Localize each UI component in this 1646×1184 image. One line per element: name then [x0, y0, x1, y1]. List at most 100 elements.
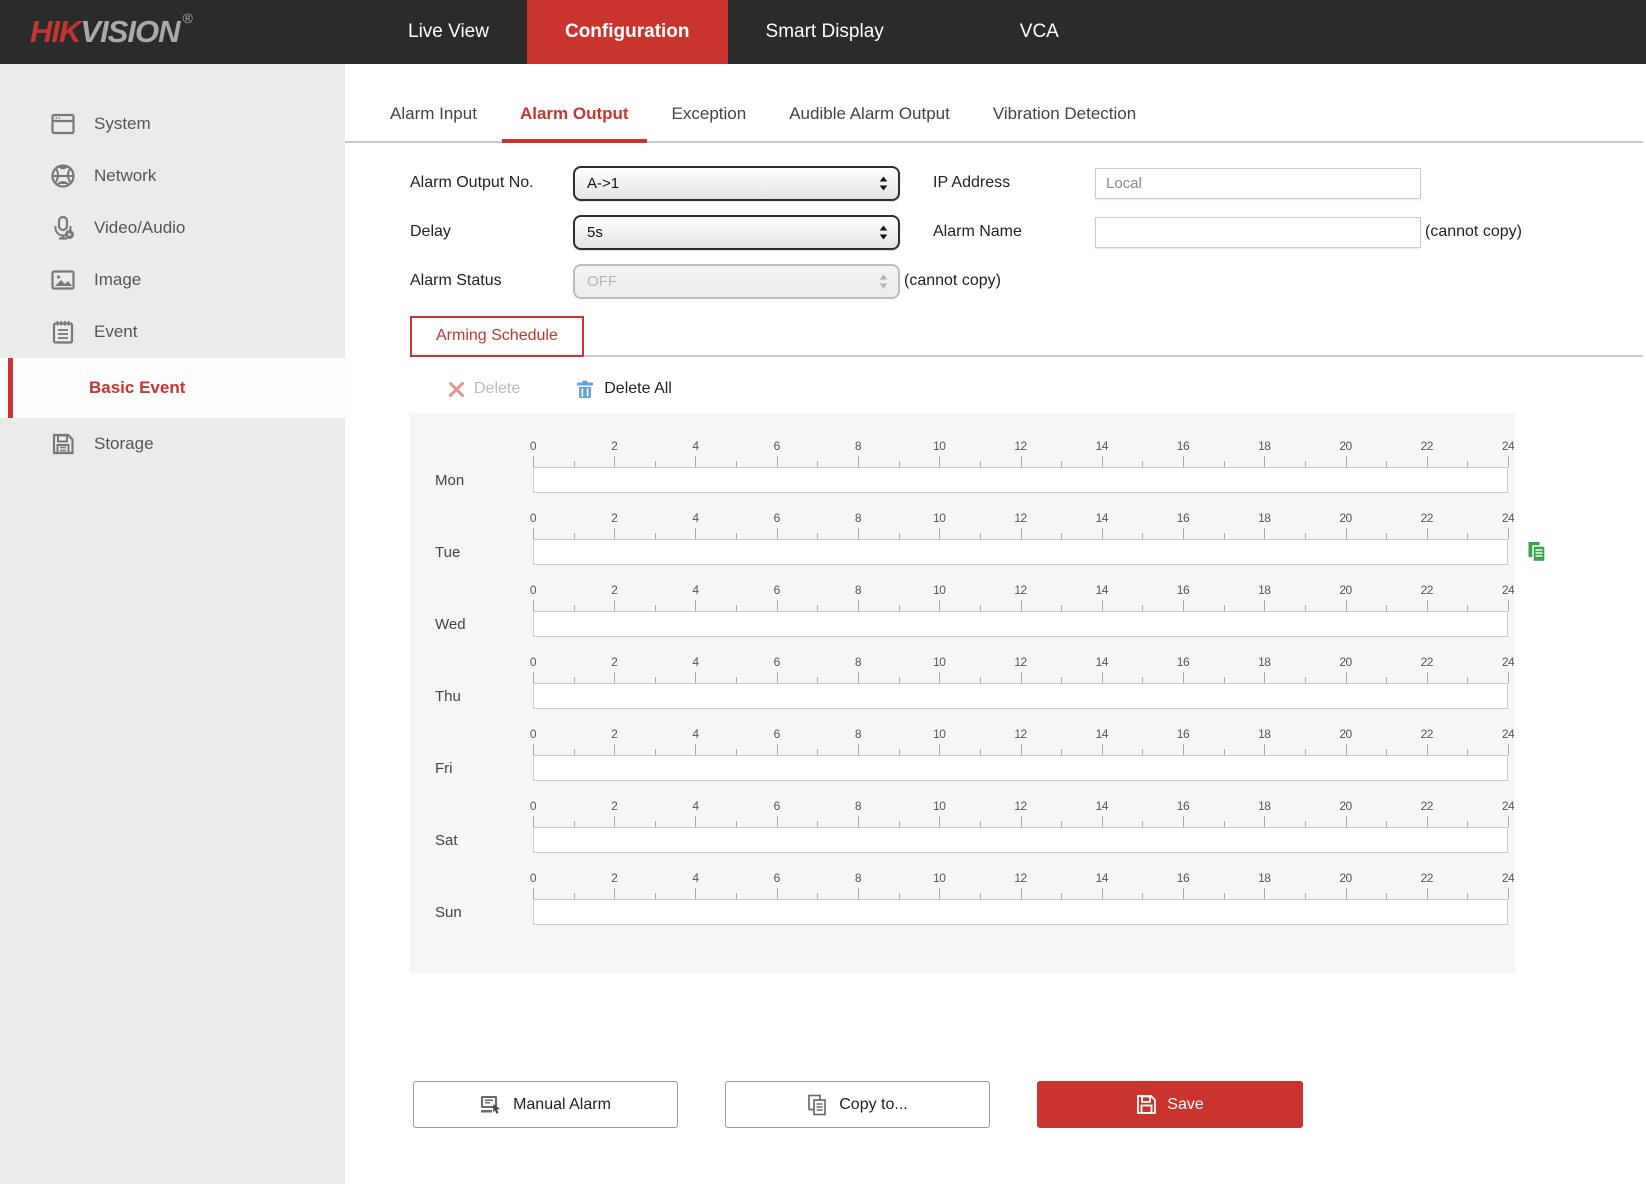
- schedule-bar[interactable]: [533, 611, 1508, 637]
- hour-ticks: [533, 527, 1508, 539]
- delay-select[interactable]: 5s: [573, 215, 900, 250]
- schedule-bar[interactable]: [533, 539, 1508, 565]
- schedule-bar[interactable]: [533, 683, 1508, 709]
- sidebar-item-storage[interactable]: Storage: [0, 418, 345, 470]
- delete-label: Delete: [474, 380, 520, 398]
- hour-tick: [1508, 456, 1509, 467]
- hour-tick: [1264, 528, 1265, 539]
- hour-tick: [574, 533, 575, 539]
- hour-tick: [736, 677, 737, 683]
- sidebar-item-basic-event[interactable]: Basic Event: [0, 358, 345, 418]
- schedule-bar[interactable]: [533, 467, 1508, 493]
- hour-tick: [1427, 600, 1428, 611]
- hour-tick: [1061, 533, 1062, 539]
- alarm-output-form: Alarm Output No. A->1 IP Address Delay 5…: [410, 165, 1646, 299]
- hour-tick: [1142, 605, 1143, 611]
- save-button[interactable]: Save: [1037, 1081, 1303, 1128]
- tab-audible-alarm-output[interactable]: Audible Alarm Output: [771, 90, 968, 141]
- hour-tick: [1467, 605, 1468, 611]
- hour-tick: [1305, 533, 1306, 539]
- storage-disk-icon: [48, 429, 78, 459]
- arming-schedule-tab[interactable]: Arming Schedule: [410, 316, 584, 357]
- hour-tick: [533, 816, 534, 827]
- hour-tick: [614, 744, 615, 755]
- sidebar-item-system[interactable]: System: [0, 98, 345, 150]
- hour-label: 14: [1096, 439, 1108, 453]
- hour-label: 4: [692, 439, 698, 453]
- ip-address-input[interactable]: [1095, 168, 1421, 199]
- manual-alarm-icon: [480, 1095, 503, 1115]
- manual-alarm-button[interactable]: Manual Alarm: [413, 1081, 678, 1128]
- hour-tick: [1102, 888, 1103, 899]
- sidebar-item-label: System: [94, 114, 151, 134]
- hour-tick: [1142, 893, 1143, 899]
- logo-vision: VISION: [80, 14, 179, 50]
- hour-label: 10: [933, 727, 945, 741]
- nav-configuration[interactable]: Configuration: [527, 0, 728, 64]
- delete-all-button[interactable]: Delete All: [575, 379, 672, 399]
- nav-live-view[interactable]: Live View: [370, 0, 527, 64]
- alarm-name-input[interactable]: [1095, 217, 1421, 248]
- hour-tick: [939, 816, 940, 827]
- hour-tick: [777, 888, 778, 899]
- hour-label: 2: [611, 655, 617, 669]
- hour-tick: [736, 533, 737, 539]
- hour-tick: [1386, 749, 1387, 755]
- hour-tick: [655, 605, 656, 611]
- hour-tick: [777, 672, 778, 683]
- hour-tick: [1508, 600, 1509, 611]
- sidebar-item-video-audio[interactable]: Video/Audio: [0, 202, 345, 254]
- tab-alarm-output[interactable]: Alarm Output: [502, 90, 647, 141]
- hour-tick: [736, 749, 737, 755]
- hour-tick: [899, 677, 900, 683]
- hour-label: 12: [1014, 871, 1026, 885]
- hour-tick: [1305, 605, 1306, 611]
- hour-labels: 024681012141618202224: [533, 511, 1508, 527]
- schedule-bar[interactable]: [533, 899, 1508, 925]
- hour-tick: [899, 749, 900, 755]
- top-navigation: Live View Configuration Smart Display VC…: [370, 0, 1097, 64]
- hour-labels: 024681012141618202224: [533, 871, 1508, 887]
- tab-vibration-detection[interactable]: Vibration Detection: [975, 90, 1154, 141]
- schedule-timeline: 024681012141618202224: [533, 511, 1508, 565]
- copy-to-button[interactable]: Copy to...: [725, 1081, 990, 1128]
- hour-label: 12: [1014, 655, 1026, 669]
- hour-tick: [899, 605, 900, 611]
- hour-label: 4: [692, 655, 698, 669]
- hour-tick: [1021, 672, 1022, 683]
- hour-tick: [1346, 528, 1347, 539]
- sidebar-item-event[interactable]: Event: [0, 306, 345, 358]
- hour-label: 8: [855, 511, 861, 525]
- hour-label: 2: [611, 727, 617, 741]
- bottom-actions: Manual Alarm Copy to... Save: [413, 1081, 1646, 1128]
- nav-smart-display[interactable]: Smart Display: [728, 0, 922, 64]
- hour-tick: [736, 605, 737, 611]
- hour-tick: [533, 672, 534, 683]
- hour-label: 24: [1502, 583, 1514, 597]
- schedule-bar[interactable]: [533, 827, 1508, 853]
- hour-tick: [655, 749, 656, 755]
- sidebar-item-network[interactable]: Network: [0, 150, 345, 202]
- hour-label: 10: [933, 799, 945, 813]
- copy-to-days-icon[interactable]: [1525, 540, 1548, 563]
- hour-tick: [1061, 461, 1062, 467]
- hour-tick: [1102, 600, 1103, 611]
- hour-tick: [1264, 816, 1265, 827]
- nav-vca[interactable]: VCA: [982, 0, 1097, 64]
- tab-exception[interactable]: Exception: [654, 90, 765, 141]
- hour-tick: [1224, 821, 1225, 827]
- tab-alarm-input[interactable]: Alarm Input: [372, 90, 495, 141]
- sidebar-item-image[interactable]: Image: [0, 254, 345, 306]
- day-label: Tue: [410, 539, 533, 565]
- hour-tick: [574, 461, 575, 467]
- hour-tick: [1102, 744, 1103, 755]
- hour-tick: [899, 533, 900, 539]
- hour-label: 0: [530, 583, 536, 597]
- hour-tick: [1346, 816, 1347, 827]
- hour-label: 8: [855, 799, 861, 813]
- alarm-output-no-select[interactable]: A->1: [573, 166, 900, 201]
- hour-tick: [655, 821, 656, 827]
- hour-label: 10: [933, 655, 945, 669]
- schedule-bar[interactable]: [533, 755, 1508, 781]
- hour-label: 24: [1502, 439, 1514, 453]
